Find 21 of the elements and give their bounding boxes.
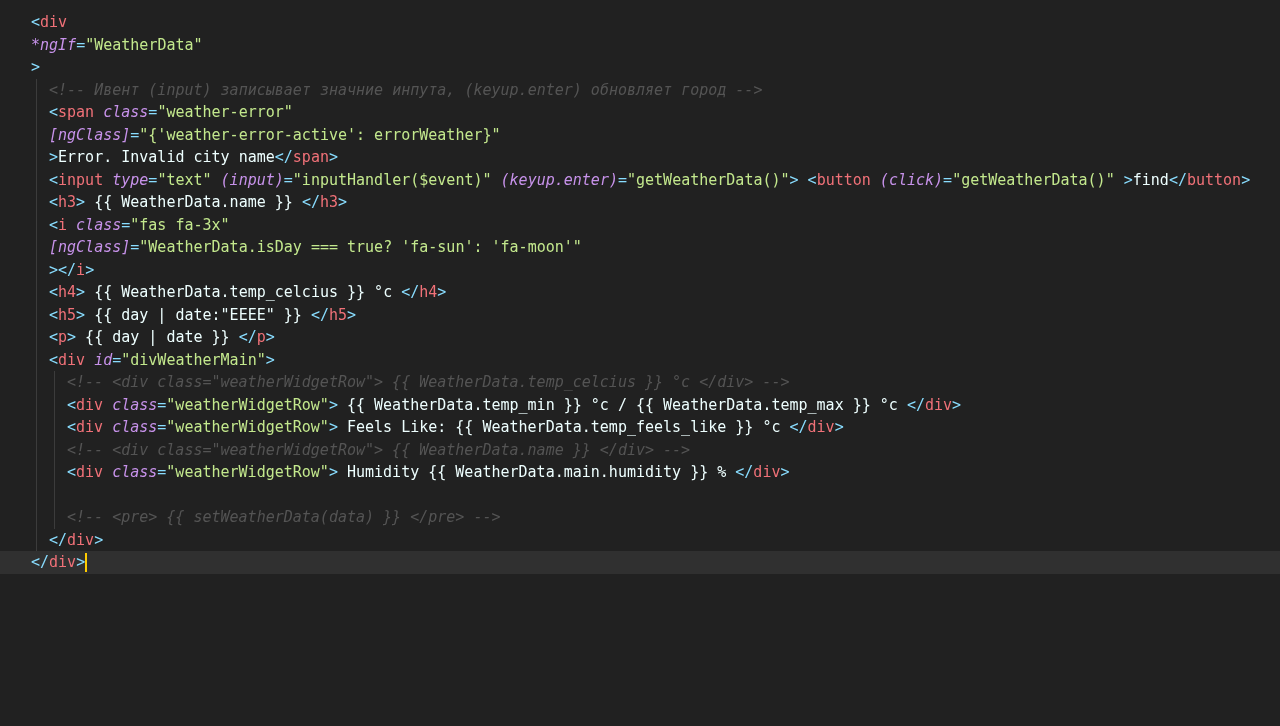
code-line: >	[31, 57, 41, 78]
code-line: <div	[31, 12, 68, 33]
code-line: <div class="weatherWidgetRow"> {{ WeatherData.temp_min }} °c / {{ WeatherData.temp_max }} °c </div>	[67, 394, 962, 416]
code-line: <div id="divWeatherMain">	[49, 349, 275, 371]
text-cursor	[85, 552, 88, 572]
code-line: *ngIf="WeatherData"	[31, 34, 203, 56]
code-line: <input type="text" (input)="inputHandler($event)" (keyup.enter)="getWeatherData()"> <button (click)="getWeatherData()" >find</button>	[49, 169, 1251, 191]
code-line: [ngClass]="{'weather-error-active': errorWeather}"	[49, 124, 501, 146]
code-line: </div>	[49, 529, 104, 551]
code-line: <div class="weatherWidgetRow"> Feels Like: {{ WeatherData.temp_feels_like }} °c </div>	[67, 417, 844, 438]
code-line: <i class="fas fa-3x"	[49, 214, 230, 236]
code-line: [ngClass]="WeatherData.isDay === true? 'fa-sun': 'fa-moon'"	[49, 237, 582, 258]
code-line: >Error. Invalid city name</span>	[49, 147, 338, 168]
code-line: <div class="weatherWidgetRow"> Humidity {{ WeatherData.main.humidity }} % </div>	[67, 462, 790, 483]
code-line: <h5> {{ day | date:"EEEE" }} </h5>	[49, 304, 357, 326]
code-line: <h3> {{ WeatherData.name }} </h3>	[49, 192, 348, 213]
code-line: <h4> {{ WeatherData.temp_celcius }} °c </h4>	[49, 282, 447, 303]
code-line: ></i>	[49, 259, 95, 281]
code-line: </div>	[31, 552, 86, 573]
code-line: <span class="weather-error"	[49, 102, 293, 123]
code-line: <p> {{ day | date }} </p>	[49, 327, 275, 348]
